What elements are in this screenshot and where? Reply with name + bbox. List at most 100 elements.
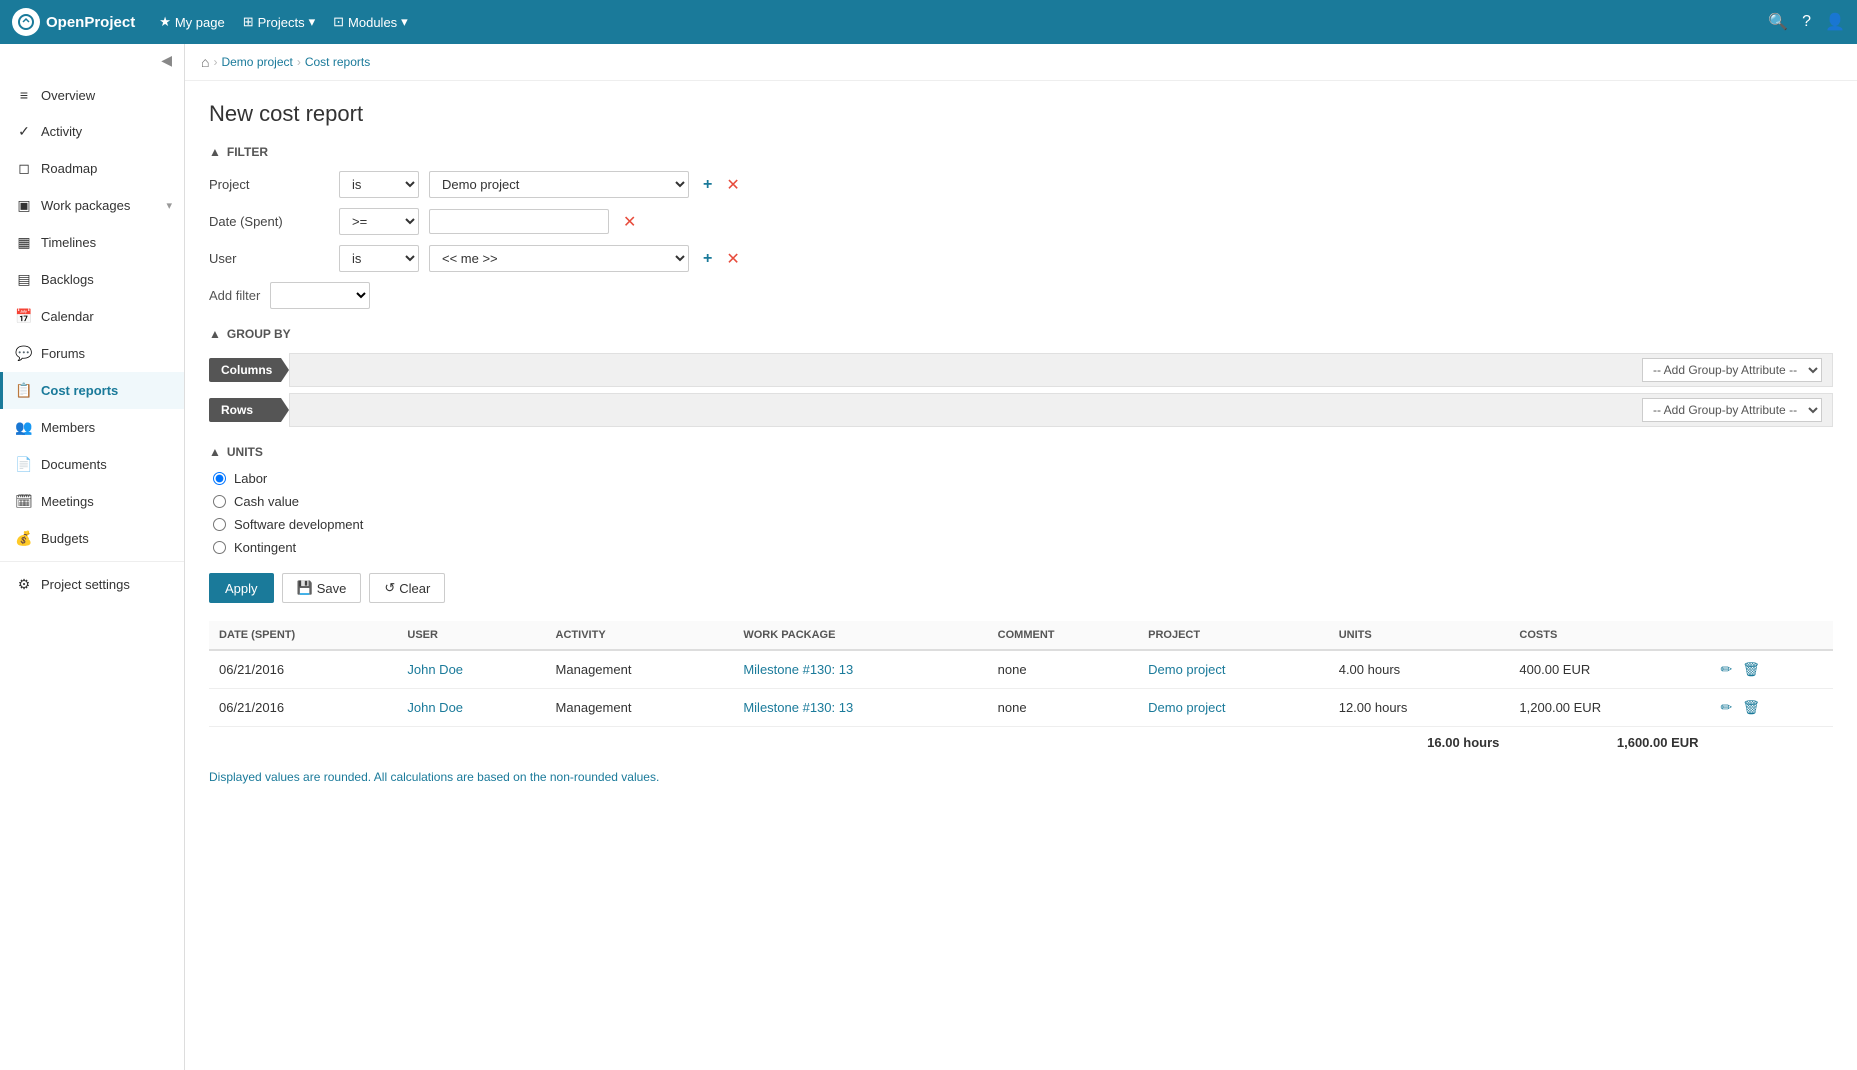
nav-projects[interactable]: ⊞ Projects ▾ [243, 14, 315, 30]
unit-radio-labor[interactable] [213, 472, 226, 485]
group-by-columns-select[interactable]: -- Add Group-by Attribute -- [1642, 358, 1822, 382]
sidebar-item-roadmap[interactable]: ◻ Roadmap [0, 150, 184, 187]
apply-button[interactable]: Apply [209, 573, 274, 603]
sidebar-item-documents[interactable]: 📄 Documents [0, 446, 184, 483]
cost-reports-icon: 📋 [15, 382, 33, 399]
edit-button-2[interactable]: ✏ [1719, 697, 1735, 718]
user-link-2[interactable]: John Doe [407, 700, 463, 715]
table-body: 06/21/2016 John Doe Management Milestone… [209, 650, 1833, 727]
unit-option-cash-value[interactable]: Cash value [213, 494, 1833, 509]
filter-val-user[interactable]: << me >> [429, 245, 689, 272]
user-icon[interactable]: 👤 [1825, 12, 1845, 32]
unit-label-software-dev: Software development [234, 517, 363, 532]
nav-mypage[interactable]: ★ My page [159, 14, 225, 30]
unit-option-labor[interactable]: Labor [213, 471, 1833, 486]
filter-add-value-project[interactable]: + [699, 174, 716, 196]
sidebar-item-calendar[interactable]: 📅 Calendar [0, 298, 184, 335]
units-section-header[interactable]: ▲ UNITS [209, 445, 1833, 459]
backlogs-icon: ▤ [15, 271, 33, 288]
group-by-section-label: GROUP BY [227, 327, 291, 341]
roadmap-icon: ◻ [15, 160, 33, 177]
filter-val-input-date[interactable]: 2016-05-28 [429, 209, 609, 234]
save-label: Save [317, 581, 347, 596]
home-icon[interactable]: ⌂ [201, 54, 209, 70]
filter-section-header[interactable]: ▲ FILTER [209, 145, 1833, 159]
search-icon[interactable]: 🔍 [1768, 12, 1788, 32]
filter-val-select-user[interactable]: << me >> [429, 245, 689, 272]
col-user: USER [397, 621, 545, 650]
sidebar-item-label: Budgets [41, 531, 172, 546]
filter-op-date[interactable]: >= <= = between [339, 208, 419, 235]
project-link-1[interactable]: Demo project [1148, 662, 1225, 677]
sidebar-item-work-packages[interactable]: ▣ Work packages ▾ [0, 187, 184, 224]
sidebar-item-members[interactable]: 👥 Members [0, 409, 184, 446]
app-logo[interactable]: OpenProject [12, 8, 135, 36]
sidebar-toggle[interactable]: ◀ [0, 44, 184, 77]
filter-remove-user[interactable]: ✕ [722, 247, 743, 271]
group-by-columns-add[interactable]: -- Add Group-by Attribute -- [1642, 358, 1822, 382]
cell-activity-1: Management [546, 650, 734, 689]
chevron-right-icon: ▾ [166, 199, 172, 212]
filter-op-project[interactable]: is is not [339, 171, 419, 198]
unit-option-kontingent[interactable]: Kontingent [213, 540, 1833, 555]
sidebar-item-meetings[interactable]: 🗓 Meetings [0, 483, 184, 520]
nav-items: ★ My page ⊞ Projects ▾ ⊡ Modules ▾ [159, 14, 1768, 30]
work-package-link-1[interactable]: Milestone #130: 13 [743, 662, 853, 677]
unit-option-software-dev[interactable]: Software development [213, 517, 1833, 532]
filter-val-project[interactable]: Demo project [429, 171, 689, 198]
sidebar-item-project-settings[interactable]: ⚙ Project settings [0, 566, 184, 603]
edit-button-1[interactable]: ✏ [1719, 659, 1735, 680]
sidebar-divider [0, 561, 184, 562]
timelines-icon: ▦ [15, 234, 33, 251]
filter-val-select-project[interactable]: Demo project [429, 171, 689, 198]
sidebar-item-backlogs[interactable]: ▤ Backlogs [0, 261, 184, 298]
sidebar-item-activity[interactable]: ✓ Activity [0, 113, 184, 150]
clear-button[interactable]: ↺ Clear [369, 573, 445, 603]
unit-radio-kontingent[interactable] [213, 541, 226, 554]
sidebar-item-cost-reports[interactable]: 📋 Cost reports [0, 372, 184, 409]
group-by-rows-select[interactable]: -- Add Group-by Attribute -- [1642, 398, 1822, 422]
filter-op-select-project[interactable]: is is not [339, 171, 419, 198]
cell-units-1: 4.00 hours [1329, 650, 1510, 689]
unit-radio-cash-value[interactable] [213, 495, 226, 508]
nav-modules[interactable]: ⊡ Modules ▾ [333, 14, 408, 30]
group-by-section-header[interactable]: ▲ GROUP BY [209, 327, 1833, 341]
add-filter-select[interactable] [270, 282, 370, 309]
sidebar-item-label: Cost reports [41, 383, 172, 398]
cell-activity-2: Management [546, 689, 734, 727]
filter-op-user[interactable]: is is not [339, 245, 419, 272]
units-list: Labor Cash value Software development Ko… [209, 471, 1833, 555]
cell-date-1: 06/21/2016 [209, 650, 397, 689]
filter-op-select-date[interactable]: >= <= = between [339, 208, 419, 235]
filter-remove-project[interactable]: ✕ [722, 173, 743, 197]
sidebar-item-overview[interactable]: ≡ Overview [0, 77, 184, 113]
row-actions-2: ✏ 🗑 [1719, 697, 1823, 718]
table-totals-row: 16.00 hours 1,600.00 EUR [209, 727, 1833, 759]
grid-icon: ⊞ [243, 14, 254, 30]
save-button[interactable]: 💾 Save [282, 573, 362, 603]
sidebar-item-timelines[interactable]: ▦ Timelines [0, 224, 184, 261]
user-link-1[interactable]: John Doe [407, 662, 463, 677]
help-icon[interactable]: ? [1802, 13, 1811, 31]
work-package-link-2[interactable]: Milestone #130: 13 [743, 700, 853, 715]
add-filter-select-wrap[interactable] [270, 282, 370, 309]
nav-right: 🔍 ? 👤 [1768, 12, 1845, 32]
sidebar-item-label: Backlogs [41, 272, 172, 287]
filter-label-project: Project [209, 177, 329, 192]
group-by-rows-add[interactable]: -- Add Group-by Attribute -- [1642, 398, 1822, 422]
sidebar-item-forums[interactable]: 💬 Forums [0, 335, 184, 372]
filter-val-date[interactable]: 2016-05-28 [429, 209, 609, 234]
breadcrumb-demo-project[interactable]: Demo project [221, 55, 292, 69]
sidebar-item-budgets[interactable]: 💰 Budgets [0, 520, 184, 557]
filter-add-value-user[interactable]: + [699, 248, 716, 270]
breadcrumb-cost-reports[interactable]: Cost reports [305, 55, 370, 69]
filter-op-select-user[interactable]: is is not [339, 245, 419, 272]
project-link-2[interactable]: Demo project [1148, 700, 1225, 715]
filter-section: ▲ FILTER Project is is not Demo projec [209, 145, 1833, 309]
delete-button-1[interactable]: 🗑 [1740, 659, 1762, 680]
filter-remove-date[interactable]: ✕ [619, 210, 640, 234]
sidebar-item-label: Documents [41, 457, 172, 472]
unit-radio-software-dev[interactable] [213, 518, 226, 531]
save-icon: 💾 [297, 580, 313, 596]
delete-button-2[interactable]: 🗑 [1740, 697, 1762, 718]
